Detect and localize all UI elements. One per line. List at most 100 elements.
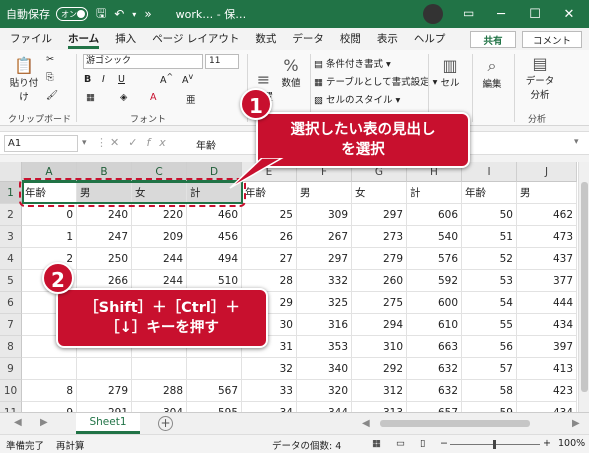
cell-j7[interactable]: 434 xyxy=(517,314,577,336)
page-break-view-icon[interactable]: ▯ xyxy=(420,438,425,449)
zoom-level[interactable]: 100% xyxy=(558,438,585,449)
add-sheet-button[interactable]: + xyxy=(158,416,173,431)
column-header-i[interactable]: I xyxy=(462,162,517,182)
cell-h6[interactable]: 600 xyxy=(407,292,462,314)
row-header-11[interactable]: 11 xyxy=(0,402,22,412)
undo-icon[interactable]: ↶ xyxy=(114,7,124,21)
cell-g11[interactable]: 313 xyxy=(352,402,407,412)
cell-a9[interactable] xyxy=(22,358,77,380)
number-format-button[interactable]: % 数値 xyxy=(276,56,306,89)
underline-button[interactable]: U xyxy=(118,74,125,85)
cells-button[interactable]: ▥ セル xyxy=(436,56,464,89)
cell-i6[interactable]: 54 xyxy=(462,292,517,314)
cell-c3[interactable]: 209 xyxy=(132,226,187,248)
cell-f5[interactable]: 332 xyxy=(297,270,352,292)
cell-f4[interactable]: 297 xyxy=(297,248,352,270)
cell-e10[interactable]: 33 xyxy=(242,380,297,402)
row-header-8[interactable]: 8 xyxy=(0,336,22,358)
name-box-dropdown-icon[interactable]: ▾ xyxy=(82,138,87,148)
cell-f9[interactable]: 340 xyxy=(297,358,352,380)
column-header-a[interactable]: A xyxy=(22,162,77,182)
cell-f7[interactable]: 316 xyxy=(297,314,352,336)
cell-g10[interactable]: 312 xyxy=(352,380,407,402)
zoom-slider-knob[interactable] xyxy=(493,440,496,449)
cell-f10[interactable]: 320 xyxy=(297,380,352,402)
tab-help[interactable]: ヘルプ xyxy=(406,28,454,50)
cell-j9[interactable]: 413 xyxy=(517,358,577,380)
paste-button[interactable]: 📋 貼り付け xyxy=(6,56,42,103)
zoom-in-icon[interactable]: + xyxy=(543,438,551,449)
cell-j5[interactable]: 377 xyxy=(517,270,577,292)
row-header-7[interactable]: 7 xyxy=(0,314,22,336)
cell-a2[interactable]: 0 xyxy=(22,204,77,226)
cell-j3[interactable]: 473 xyxy=(517,226,577,248)
column-header-c[interactable]: C xyxy=(132,162,187,182)
cell-j11[interactable]: 434 xyxy=(517,402,577,412)
cell-style-menu[interactable]: ▨ セルのスタイル ▾ xyxy=(314,92,400,106)
expand-formula-icon[interactable]: ▾ xyxy=(574,137,579,147)
cell-h2[interactable]: 606 xyxy=(407,204,462,226)
next-sheet-icon[interactable]: ▶ xyxy=(40,417,48,428)
fill-color-icon[interactable]: ◈ xyxy=(120,92,127,103)
cell-b1[interactable]: 男 xyxy=(77,182,132,204)
cell-g1[interactable]: 女 xyxy=(352,182,407,204)
row-header-2[interactable]: 2 xyxy=(0,204,22,226)
tab-formulas[interactable]: 数式 xyxy=(247,28,284,50)
cell-i2[interactable]: 50 xyxy=(462,204,517,226)
row-header-6[interactable]: 6 xyxy=(0,292,22,314)
cell-h8[interactable]: 663 xyxy=(407,336,462,358)
cell-g3[interactable]: 273 xyxy=(352,226,407,248)
cell-a1[interactable]: 年齢 xyxy=(22,182,77,204)
cell-d4[interactable]: 494 xyxy=(187,248,242,270)
cell-g8[interactable]: 310 xyxy=(352,336,407,358)
tab-view[interactable]: 表示 xyxy=(369,28,406,50)
formula-icons[interactable]: ✕✓fx xyxy=(110,136,175,149)
cell-g6[interactable]: 275 xyxy=(352,292,407,314)
cut-icon[interactable]: ✂ xyxy=(46,54,54,65)
cell-c1[interactable]: 女 xyxy=(132,182,187,204)
cell-h3[interactable]: 540 xyxy=(407,226,462,248)
autosave-toggle[interactable]: オン xyxy=(56,7,88,21)
cell-g9[interactable]: 292 xyxy=(352,358,407,380)
undo-dropdown-icon[interactable]: ▾ xyxy=(132,10,136,19)
cell-i4[interactable]: 52 xyxy=(462,248,517,270)
vertical-scrollbar[interactable] xyxy=(578,162,589,412)
select-all-corner[interactable] xyxy=(0,162,22,182)
cell-h7[interactable]: 610 xyxy=(407,314,462,336)
cell-c2[interactable]: 220 xyxy=(132,204,187,226)
cell-c9[interactable] xyxy=(132,358,187,380)
share-button[interactable]: 共有 xyxy=(470,31,516,48)
cell-e4[interactable]: 27 xyxy=(242,248,297,270)
cell-f3[interactable]: 267 xyxy=(297,226,352,248)
scroll-right-icon[interactable]: ▶ xyxy=(572,418,580,429)
cell-i3[interactable]: 51 xyxy=(462,226,517,248)
cell-j4[interactable]: 437 xyxy=(517,248,577,270)
cell-b3[interactable]: 247 xyxy=(77,226,132,248)
cell-e2[interactable]: 25 xyxy=(242,204,297,226)
italic-button[interactable]: I xyxy=(102,74,105,85)
cell-h5[interactable]: 592 xyxy=(407,270,462,292)
tab-page-layout[interactable]: ページ レイアウト xyxy=(144,28,247,50)
cell-g7[interactable]: 294 xyxy=(352,314,407,336)
cell-b4[interactable]: 250 xyxy=(77,248,132,270)
cell-b9[interactable] xyxy=(77,358,132,380)
cell-d11[interactable]: 595 xyxy=(187,402,242,412)
vertical-scroll-thumb[interactable] xyxy=(581,182,588,392)
cell-c4[interactable]: 244 xyxy=(132,248,187,270)
avatar[interactable] xyxy=(423,4,443,24)
sheet-tab-sheet1[interactable]: Sheet1 xyxy=(76,413,140,434)
cell-h4[interactable]: 576 xyxy=(407,248,462,270)
cell-h9[interactable]: 632 xyxy=(407,358,462,380)
cell-e3[interactable]: 26 xyxy=(242,226,297,248)
conditional-format-menu[interactable]: ▤ 条件付き書式 ▾ xyxy=(314,56,391,70)
cell-i9[interactable]: 57 xyxy=(462,358,517,380)
cell-g5[interactable]: 260 xyxy=(352,270,407,292)
tab-file[interactable]: ファイル xyxy=(0,28,60,50)
column-header-j[interactable]: J xyxy=(517,162,577,182)
phonetic-icon[interactable]: 亜 xyxy=(186,92,196,106)
cell-f1[interactable]: 男 xyxy=(297,182,352,204)
cell-i11[interactable]: 59 xyxy=(462,402,517,412)
cell-f11[interactable]: 344 xyxy=(297,402,352,412)
grow-font-icon[interactable]: A^ xyxy=(160,72,173,86)
cell-b10[interactable]: 279 xyxy=(77,380,132,402)
